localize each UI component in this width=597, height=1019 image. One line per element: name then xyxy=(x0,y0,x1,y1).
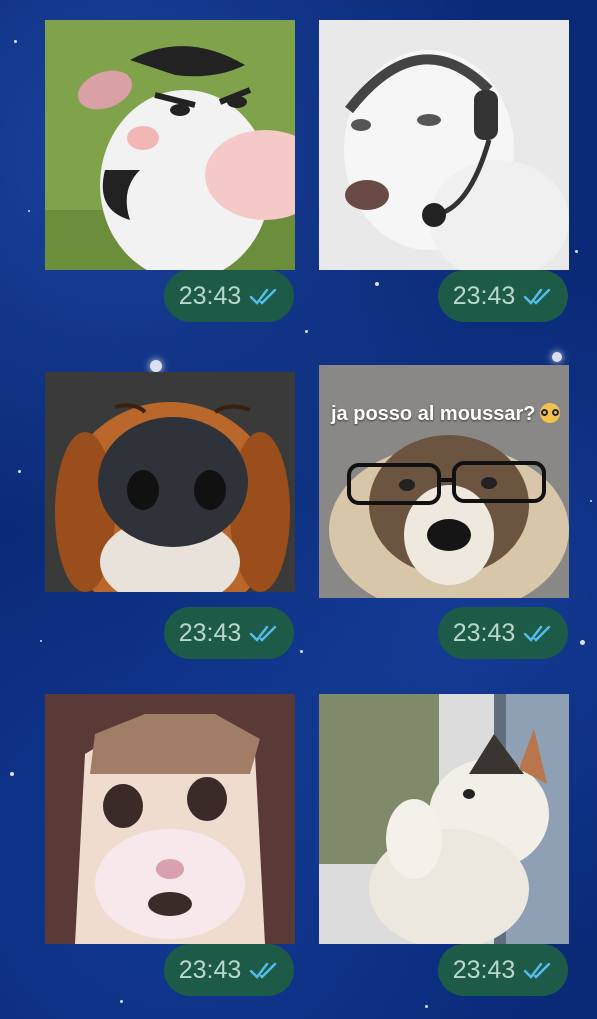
read-receipt-icon xyxy=(524,288,551,305)
sticker-message[interactable]: ja posso al moussar? xyxy=(319,365,569,598)
sticker-message[interactable] xyxy=(45,20,295,270)
message-time: 23:43 xyxy=(452,281,516,310)
message-meta: 23:43 xyxy=(164,270,294,322)
cow-sticker-icon xyxy=(45,20,295,270)
message-time: 23:43 xyxy=(178,281,242,310)
read-receipt-icon xyxy=(524,962,551,979)
dog-nose-sticker-icon xyxy=(45,372,295,592)
sticker-message[interactable] xyxy=(319,694,569,944)
message-meta: 23:43 xyxy=(438,607,568,659)
dog-glasses-sticker-icon xyxy=(319,365,569,598)
read-receipt-icon xyxy=(524,625,551,642)
sticker-message[interactable] xyxy=(45,372,295,592)
read-receipt-icon xyxy=(250,625,277,642)
sticker-message[interactable] xyxy=(45,694,295,944)
cat-face-sticker-icon xyxy=(45,694,295,944)
message-time: 23:43 xyxy=(178,955,242,984)
message-meta: 23:43 xyxy=(164,944,294,996)
read-receipt-icon xyxy=(250,962,277,979)
read-receipt-icon xyxy=(250,288,277,305)
message-time: 23:43 xyxy=(178,618,242,647)
message-time: 23:43 xyxy=(452,618,516,647)
cat-window-sticker-icon xyxy=(319,694,569,944)
sticker-message[interactable] xyxy=(319,20,569,270)
nerd-face-emoji-icon xyxy=(539,403,560,423)
message-meta: 23:43 xyxy=(438,944,568,996)
dog-headset-sticker-icon xyxy=(319,20,569,270)
message-meta: 23:43 xyxy=(438,270,568,322)
message-meta: 23:43 xyxy=(164,607,294,659)
message-time: 23:43 xyxy=(452,955,516,984)
sticker-caption: ja posso al moussar? xyxy=(331,403,560,426)
